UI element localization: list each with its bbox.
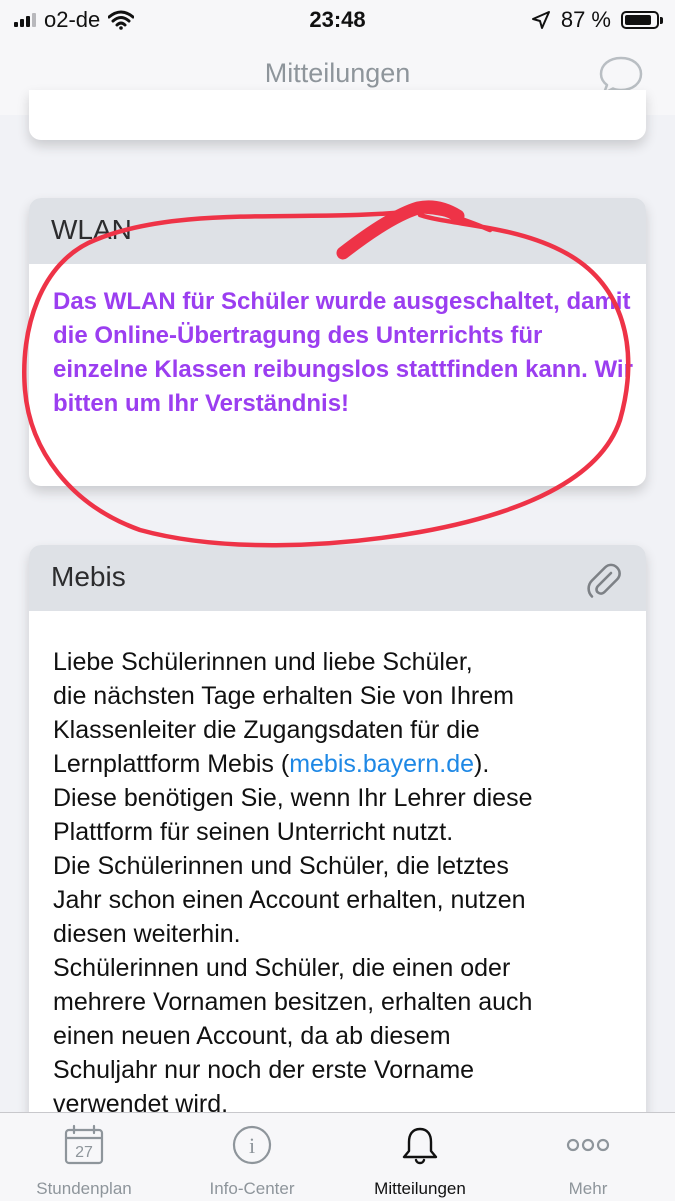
card-header: WLAN: [29, 198, 646, 264]
body-line-with-link: Lernplattform Mebis (mebis.bayern.de).: [53, 747, 633, 781]
svg-text:i: i: [249, 1133, 255, 1158]
tab-label: Mitteilungen: [374, 1179, 466, 1198]
page-title: Mitteilungen: [264, 58, 411, 88]
calendar-icon: 27: [64, 1124, 104, 1165]
link-suffix: ).: [474, 750, 490, 778]
tab-mitteilungen[interactable]: Mitteilungen: [336, 1113, 504, 1201]
message-body: Das WLAN für Schüler wurde ausgeschaltet…: [53, 288, 633, 417]
body-line: einen neuen Account, da ab diesem: [53, 1022, 451, 1050]
tab-label: Info-Center: [209, 1179, 295, 1198]
link-prefix: Lernplattform Mebis (: [53, 750, 290, 778]
tab-label: Stundenplan: [36, 1179, 132, 1198]
message-card-wlan[interactable]: WLAN Das WLAN für Schüler wurde ausgesch…: [29, 198, 646, 486]
body-line: mehrere Vornamen besitzen, erhalten auch: [53, 988, 533, 1016]
body-line: die nächsten Tage erhalten Sie von Ihrem: [53, 682, 514, 710]
body-line: Liebe Schülerinnen und liebe Schüler,: [53, 648, 473, 676]
body-line: Klassenleiter die Zugangsdaten für die: [53, 716, 480, 744]
body-line: diesen weiterhin.: [53, 920, 241, 948]
previous-message-card[interactable]: [29, 90, 646, 140]
tab-mehr[interactable]: Mehr: [504, 1113, 672, 1201]
tab-bar: 27 Stundenplan i Info-Center Mitteilunge…: [0, 1112, 675, 1201]
battery-icon: [621, 11, 663, 29]
info-icon: i: [232, 1125, 272, 1165]
body-line: Diese benötigen Sie, wenn Ihr Lehrer die…: [53, 784, 533, 812]
battery-level: [625, 15, 652, 25]
location-arrow-icon: [531, 11, 550, 29]
card-title: Mebis: [51, 561, 126, 592]
bell-icon: [402, 1127, 438, 1165]
body-line: Jahr schon einen Account erhalten, nutze…: [53, 886, 526, 914]
more-dots-icon: [566, 1138, 610, 1152]
message-body: Liebe Schülerinnen und liebe Schüler, di…: [53, 645, 633, 1121]
body-line: Die Schülerinnen und Schüler, die letzte…: [53, 852, 509, 880]
card-header: Mebis: [29, 545, 646, 611]
body-line: Schülerinnen und Schüler, die einen oder: [53, 954, 511, 982]
tab-stundenplan[interactable]: 27 Stundenplan: [0, 1113, 168, 1201]
battery-percent: 87 %: [560, 7, 611, 32]
body-line: Schuljahr nur noch der erste Vorname: [53, 1056, 475, 1084]
tab-info-center[interactable]: i Info-Center: [168, 1113, 336, 1201]
body-line: Plattform für seinen Unterricht nutzt.: [53, 818, 454, 846]
status-bar: o2-de 23:48 87 %: [0, 0, 675, 40]
message-card-mebis[interactable]: Mebis Liebe Schülerinnen und liebe Schül…: [29, 545, 646, 1185]
mebis-link[interactable]: mebis.bayern.de: [289, 750, 474, 778]
paperclip-icon[interactable]: [584, 561, 624, 601]
card-title: WLAN: [51, 214, 132, 245]
svg-text:27: 27: [75, 1144, 93, 1161]
tab-label: Mehr: [568, 1179, 608, 1198]
status-right: 87 %: [531, 7, 663, 33]
